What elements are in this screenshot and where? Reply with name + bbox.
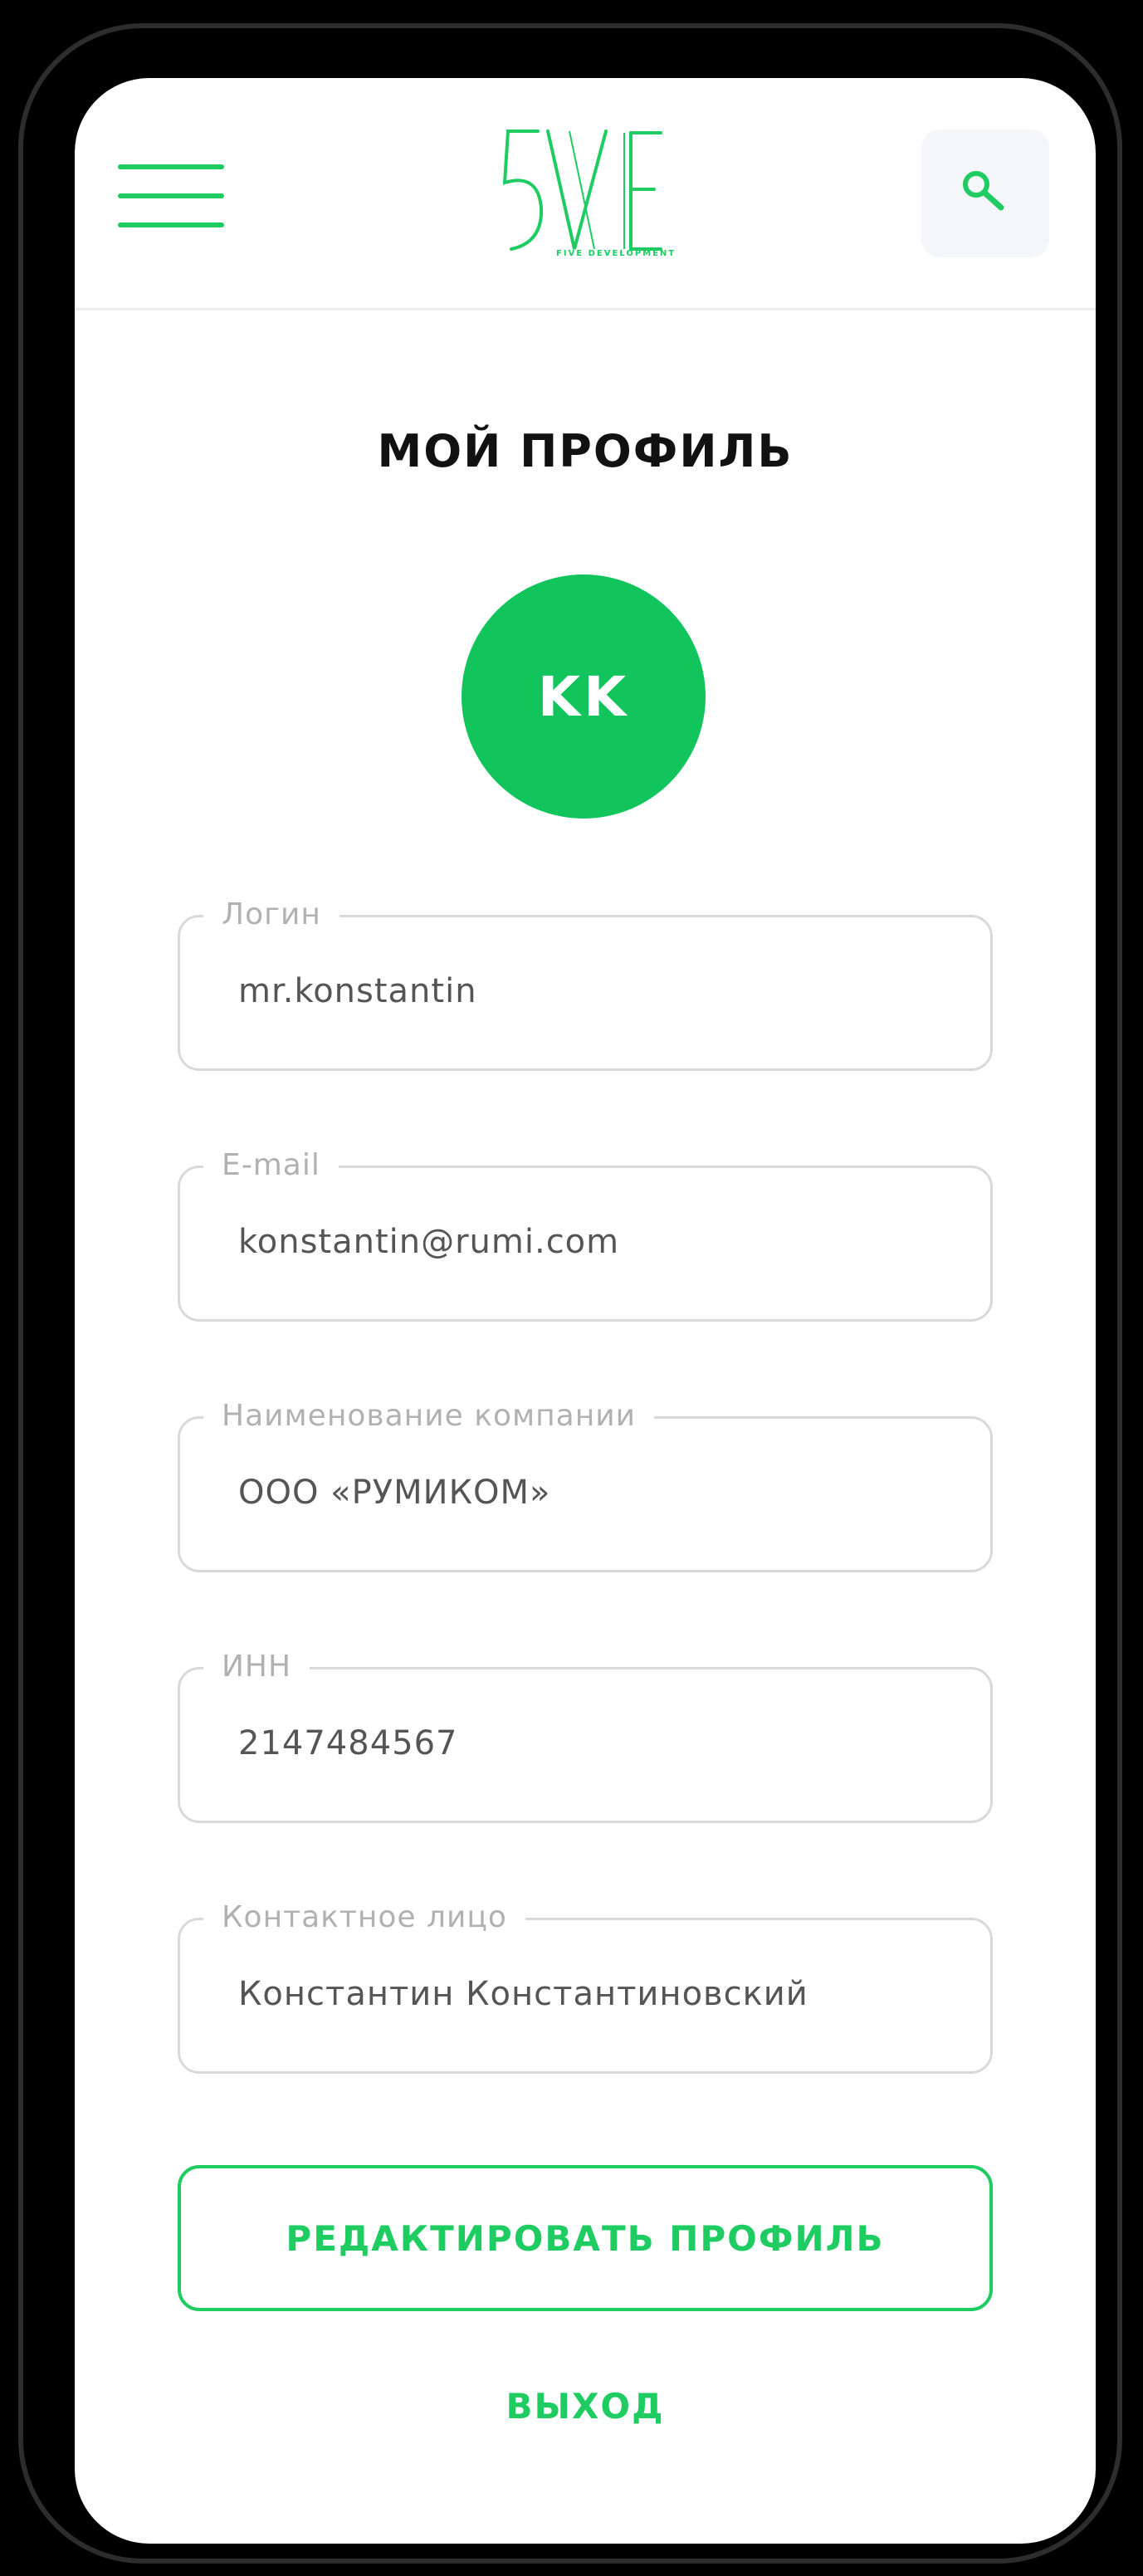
company-name-label: Наименование компании <box>203 1397 655 1435</box>
inn-label: ИНН <box>203 1648 310 1686</box>
avatar: KK <box>462 574 706 819</box>
search-button[interactable] <box>921 130 1049 257</box>
login-field[interactable]: Логин mr.konstantin <box>178 896 993 1071</box>
login-label: Логин <box>203 896 339 934</box>
login-value: mr.konstantin <box>238 972 477 1010</box>
email-field[interactable]: E-mail konstantin@rumi.com <box>178 1146 993 1322</box>
edit-profile-button[interactable]: РЕДАКТИРОВАТЬ ПРОФИЛЬ <box>178 2165 993 2311</box>
contact-person-field[interactable]: Контактное лицо Константин Константиновс… <box>178 1899 993 2074</box>
logout-link[interactable]: ВЫХОД <box>75 2386 1096 2427</box>
app-header: FIVE DEVELOPMENT <box>75 78 1096 310</box>
inn-value: 2147484567 <box>238 1724 458 1762</box>
company-name-value: ООО «РУМИКОМ» <box>238 1474 551 1512</box>
logo-5ve[interactable] <box>490 125 689 266</box>
company-name-field[interactable]: Наименование компании ООО «РУМИКОМ» <box>178 1397 993 1572</box>
app-screen: FIVE DEVELOPMENT МОЙ ПРОФИЛЬ KK Логин mr… <box>75 78 1096 2544</box>
inn-field[interactable]: ИНН 2147484567 <box>178 1648 993 1823</box>
email-value: konstantin@rumi.com <box>238 1223 620 1261</box>
page-title: МОЙ ПРОФИЛЬ <box>377 425 794 477</box>
email-label: E-mail <box>203 1146 339 1185</box>
search-icon <box>963 171 1004 211</box>
logo-subtext: FIVE DEVELOPMENT <box>556 249 677 258</box>
contact-person-value: Константин Константиновский <box>238 1975 808 2013</box>
contact-person-label: Контактное лицо <box>203 1899 525 1937</box>
hamburger-menu-icon[interactable] <box>118 164 227 229</box>
